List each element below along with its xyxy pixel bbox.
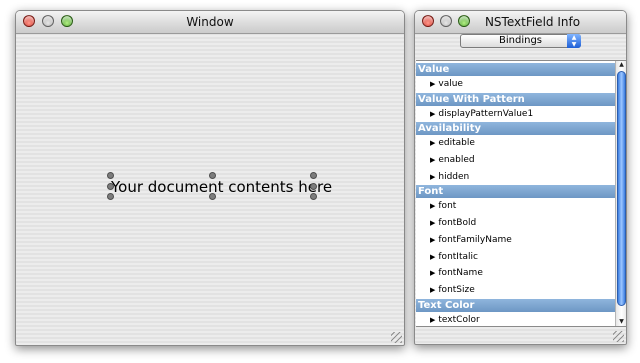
resize-grip-icon[interactable]	[613, 331, 624, 342]
binding-row[interactable]: ▶ editable	[416, 135, 616, 152]
disclosure-triangle-icon[interactable]: ▶	[430, 110, 435, 118]
section-header: Value	[416, 63, 616, 76]
scroll-thumb[interactable]	[617, 71, 626, 306]
inspector-window: NSTextField Info Bindings ▲ ▼ Value ▶ value…	[414, 10, 627, 345]
disclosure-triangle-icon[interactable]: ▶	[430, 139, 435, 147]
scroll-down-icon[interactable]: ▼	[616, 318, 626, 326]
binding-row[interactable]: ▶ enabled	[416, 152, 616, 169]
disclosure-triangle-icon[interactable]: ▶	[430, 316, 435, 324]
binding-row[interactable]: ▶ value	[416, 76, 616, 93]
disclosure-triangle-icon[interactable]: ▶	[430, 156, 435, 164]
binding-label: hidden	[438, 171, 470, 182]
binding-label: value	[438, 79, 463, 89]
section-header: Value With Pattern	[416, 92, 616, 106]
binding-row[interactable]: ▶ hidden	[416, 169, 616, 186]
bindings-list: Value ▶ value Value With Pattern ▶ displayPat…	[416, 60, 626, 327]
disclosure-triangle-icon[interactable]: ▶	[430, 286, 435, 294]
binding-label: editable	[438, 138, 475, 149]
selection-handle-top-middle[interactable]	[209, 172, 216, 179]
popup-arrows-icon: ▲ ▼	[567, 34, 581, 48]
binding-row[interactable]: ▶ textColor	[416, 312, 616, 326]
binding-row[interactable]: ▶ fontSize	[416, 282, 616, 299]
section-header: Availability	[416, 122, 616, 136]
binding-label: displayPatternValue1	[438, 108, 534, 119]
pane-popup-label: Bindings	[499, 35, 542, 46]
selection-handle-top-left[interactable]	[107, 172, 114, 179]
selection-handle-top-right[interactable]	[310, 172, 317, 179]
binding-label: fontItalic	[438, 251, 478, 262]
vertical-scrollbar[interactable]: ▲ ▼	[615, 61, 626, 326]
binding-label: fontBold	[438, 218, 477, 229]
binding-row[interactable]: ▶ fontName	[416, 265, 616, 282]
selection-handle-bottom-middle[interactable]	[209, 193, 216, 200]
selection-handle-middle-left[interactable]	[107, 183, 114, 190]
document-window: Window Your document contents here	[15, 10, 405, 346]
selection-handle-middle-right[interactable]	[310, 183, 317, 190]
binding-label: fontName	[438, 268, 483, 279]
binding-row[interactable]: ▶ fontFamilyName	[416, 232, 616, 249]
section-header: Font	[416, 185, 616, 199]
binding-label: fontFamilyName	[438, 234, 512, 245]
binding-row[interactable]: ▶ fontItalic	[416, 249, 616, 266]
binding-row[interactable]: ▶ displayPatternValue1	[416, 106, 616, 123]
binding-row[interactable]: ▶ fontBold	[416, 215, 616, 232]
section-header: Text Color	[416, 298, 616, 312]
scroll-up-icon[interactable]: ▲	[616, 61, 626, 69]
disclosure-triangle-icon[interactable]: ▶	[430, 173, 435, 181]
disclosure-triangle-icon[interactable]: ▶	[430, 253, 435, 261]
disclosure-triangle-icon[interactable]: ▶	[430, 269, 435, 277]
document-window-title: Window	[186, 15, 234, 29]
binding-label: font	[438, 201, 457, 212]
disclosure-triangle-icon[interactable]: ▶	[430, 202, 435, 210]
inspector-title: NSTextField Info	[484, 15, 581, 29]
binding-label: textColor	[438, 314, 480, 325]
pane-popup-button[interactable]: Bindings ▲ ▼	[460, 34, 581, 48]
disclosure-triangle-icon[interactable]: ▶	[430, 219, 435, 227]
selection-handle-bottom-left[interactable]	[107, 193, 114, 200]
resize-grip-icon[interactable]	[391, 332, 402, 343]
binding-row[interactable]: ▶ font	[416, 198, 616, 215]
bindings-list-content: Value ▶ value Value With Pattern ▶ displayPat…	[416, 63, 616, 326]
disclosure-triangle-icon[interactable]: ▶	[430, 236, 435, 244]
selection-handle-bottom-right[interactable]	[310, 193, 317, 200]
document-window-titlebar[interactable]: Window	[16, 11, 404, 34]
binding-label: fontSize	[438, 284, 475, 295]
binding-label: enabled	[438, 155, 475, 166]
inspector-titlebar[interactable]: NSTextField Info	[415, 11, 626, 34]
disclosure-triangle-icon[interactable]: ▶	[430, 80, 435, 88]
